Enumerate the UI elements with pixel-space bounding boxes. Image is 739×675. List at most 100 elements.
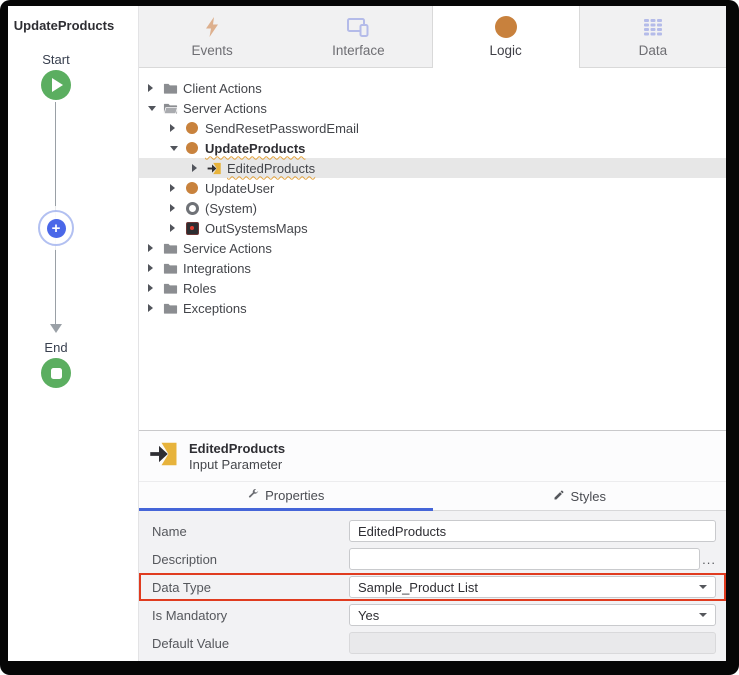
description-field-wrap: ... [349, 548, 716, 570]
right-panel: Events Interface Logic Data Client Actio… [139, 6, 726, 661]
chevron-right-icon[interactable] [170, 224, 184, 232]
grid-icon [643, 15, 663, 39]
chevron-right-icon[interactable] [170, 184, 184, 192]
properties-panel: EditedProducts Input Parameter Propertie… [139, 430, 726, 661]
property-row-description: Description ... [139, 545, 726, 573]
property-label: Data Type [152, 579, 212, 595]
tree-item-label: Roles [183, 280, 217, 296]
chevron-right-icon[interactable] [148, 84, 162, 92]
tree-item-label: UpdateUser [205, 180, 275, 196]
default-value-field [349, 632, 716, 654]
tab-events[interactable]: Events [139, 6, 285, 67]
chevron-down-icon[interactable] [148, 106, 162, 111]
property-label: Name [152, 523, 187, 539]
tab-logic[interactable]: Logic [431, 6, 580, 68]
wrench-icon [247, 488, 259, 503]
folder-icon [162, 241, 178, 256]
folder-icon [162, 281, 178, 296]
tab-styles[interactable]: Styles [432, 482, 726, 511]
tree-item-outsystemsmaps[interactable]: OutSystemsMaps [139, 218, 726, 238]
lightning-icon [203, 15, 221, 39]
data-type-select-wrap: Sample_Product List [349, 576, 716, 598]
tree-item-editedproducts[interactable]: EditedProducts [139, 158, 726, 178]
is-mandatory-select-wrap: Yes [349, 604, 716, 626]
folder-open-icon [162, 101, 178, 116]
chevron-right-icon[interactable] [148, 284, 162, 292]
devices-icon [346, 15, 370, 39]
flow-canvas[interactable]: UpdateProducts Start + End [8, 6, 139, 661]
stop-icon [50, 367, 62, 379]
chevron-right-icon[interactable] [148, 304, 162, 312]
input-parameter-icon [206, 161, 222, 176]
tree-item-label: OutSystemsMaps [205, 220, 308, 236]
data-type-select[interactable]: Sample_Product List [349, 576, 716, 598]
selected-element-header: EditedProducts Input Parameter [139, 431, 726, 481]
logic-tree: Client Actions Server Actions SendResetP… [139, 68, 726, 430]
tree-item-updateproducts[interactable]: UpdateProducts [139, 138, 726, 158]
tree-item-server-actions[interactable]: Server Actions [139, 98, 726, 118]
property-row-name: Name EditedProducts [139, 517, 726, 545]
tab-label: Interface [332, 43, 385, 58]
screenshot-frame: UpdateProducts Start + End Events Interf… [0, 0, 739, 675]
folder-icon [162, 81, 178, 96]
tree-item-label: Service Actions [183, 240, 272, 256]
tree-item-system[interactable]: (System) [139, 198, 726, 218]
tab-label: Styles [570, 488, 606, 504]
tab-interface[interactable]: Interface [285, 6, 431, 67]
property-row-is-mandatory: Is Mandatory Yes [139, 601, 726, 629]
properties-tab-bar: Properties Styles [139, 481, 726, 511]
tree-item-roles[interactable]: Roles [139, 278, 726, 298]
tree-item-label: UpdateProducts [205, 140, 306, 156]
system-icon [184, 201, 200, 216]
chevron-right-icon[interactable] [148, 244, 162, 252]
flow-arrowhead-icon [50, 324, 62, 333]
server-action-icon [184, 121, 200, 136]
property-label: Default Value [152, 635, 230, 651]
pencil-icon [553, 489, 565, 504]
tab-properties[interactable]: Properties [139, 482, 433, 511]
tab-label: Data [638, 43, 668, 58]
tree-item-service-actions[interactable]: Service Actions [139, 238, 726, 258]
tab-label: Properties [265, 487, 325, 503]
properties-list: Name EditedProducts Description ... Data… [139, 511, 726, 661]
tree-item-label: Exceptions [183, 300, 247, 316]
description-field[interactable] [349, 548, 700, 570]
start-node-icon[interactable] [41, 70, 71, 100]
server-action-icon [184, 181, 200, 196]
end-node-label: End [44, 340, 68, 355]
logic-circle-icon [494, 15, 517, 39]
selected-element-titles: EditedProducts Input Parameter [189, 441, 285, 472]
add-node-button[interactable]: + [38, 210, 74, 246]
chevron-right-icon[interactable] [170, 204, 184, 212]
chevron-down-icon[interactable] [170, 146, 184, 151]
play-icon [52, 78, 63, 92]
service-studio-window: UpdateProducts Start + End Events Interf… [8, 6, 726, 661]
chevron-right-icon[interactable] [148, 264, 162, 272]
tree-item-client-actions[interactable]: Client Actions [139, 78, 726, 98]
tree-item-label: SendResetPasswordEmail [205, 120, 359, 136]
tree-item-label: EditedProducts [227, 160, 316, 176]
name-field[interactable]: EditedProducts [349, 520, 716, 542]
tree-item-sendresetpasswordemail[interactable]: SendResetPasswordEmail [139, 118, 726, 138]
chevron-right-icon[interactable] [192, 164, 206, 172]
chevron-right-icon[interactable] [170, 124, 184, 132]
main-tab-bar: Events Interface Logic Data [139, 6, 726, 68]
is-mandatory-select[interactable]: Yes [349, 604, 716, 626]
expand-editor-button[interactable]: ... [700, 552, 716, 567]
folder-icon [162, 261, 178, 276]
tree-item-exceptions[interactable]: Exceptions [139, 298, 726, 318]
maps-icon [184, 221, 200, 236]
tab-label: Events [191, 43, 233, 58]
tree-item-label: Server Actions [183, 100, 267, 116]
tab-data[interactable]: Data [580, 6, 726, 67]
property-row-data-type: Data Type Sample_Product List [139, 573, 726, 601]
default-value-field-wrap [349, 632, 716, 654]
end-node-icon[interactable] [41, 358, 71, 388]
start-node-label: Start [42, 52, 70, 67]
tree-item-updateuser[interactable]: UpdateUser [139, 178, 726, 198]
property-label: Description [152, 551, 218, 567]
flow-title: UpdateProducts [13, 18, 115, 33]
tree-item-label: Integrations [183, 260, 251, 276]
selected-element-type: Input Parameter [189, 456, 283, 472]
tree-item-integrations[interactable]: Integrations [139, 258, 726, 278]
